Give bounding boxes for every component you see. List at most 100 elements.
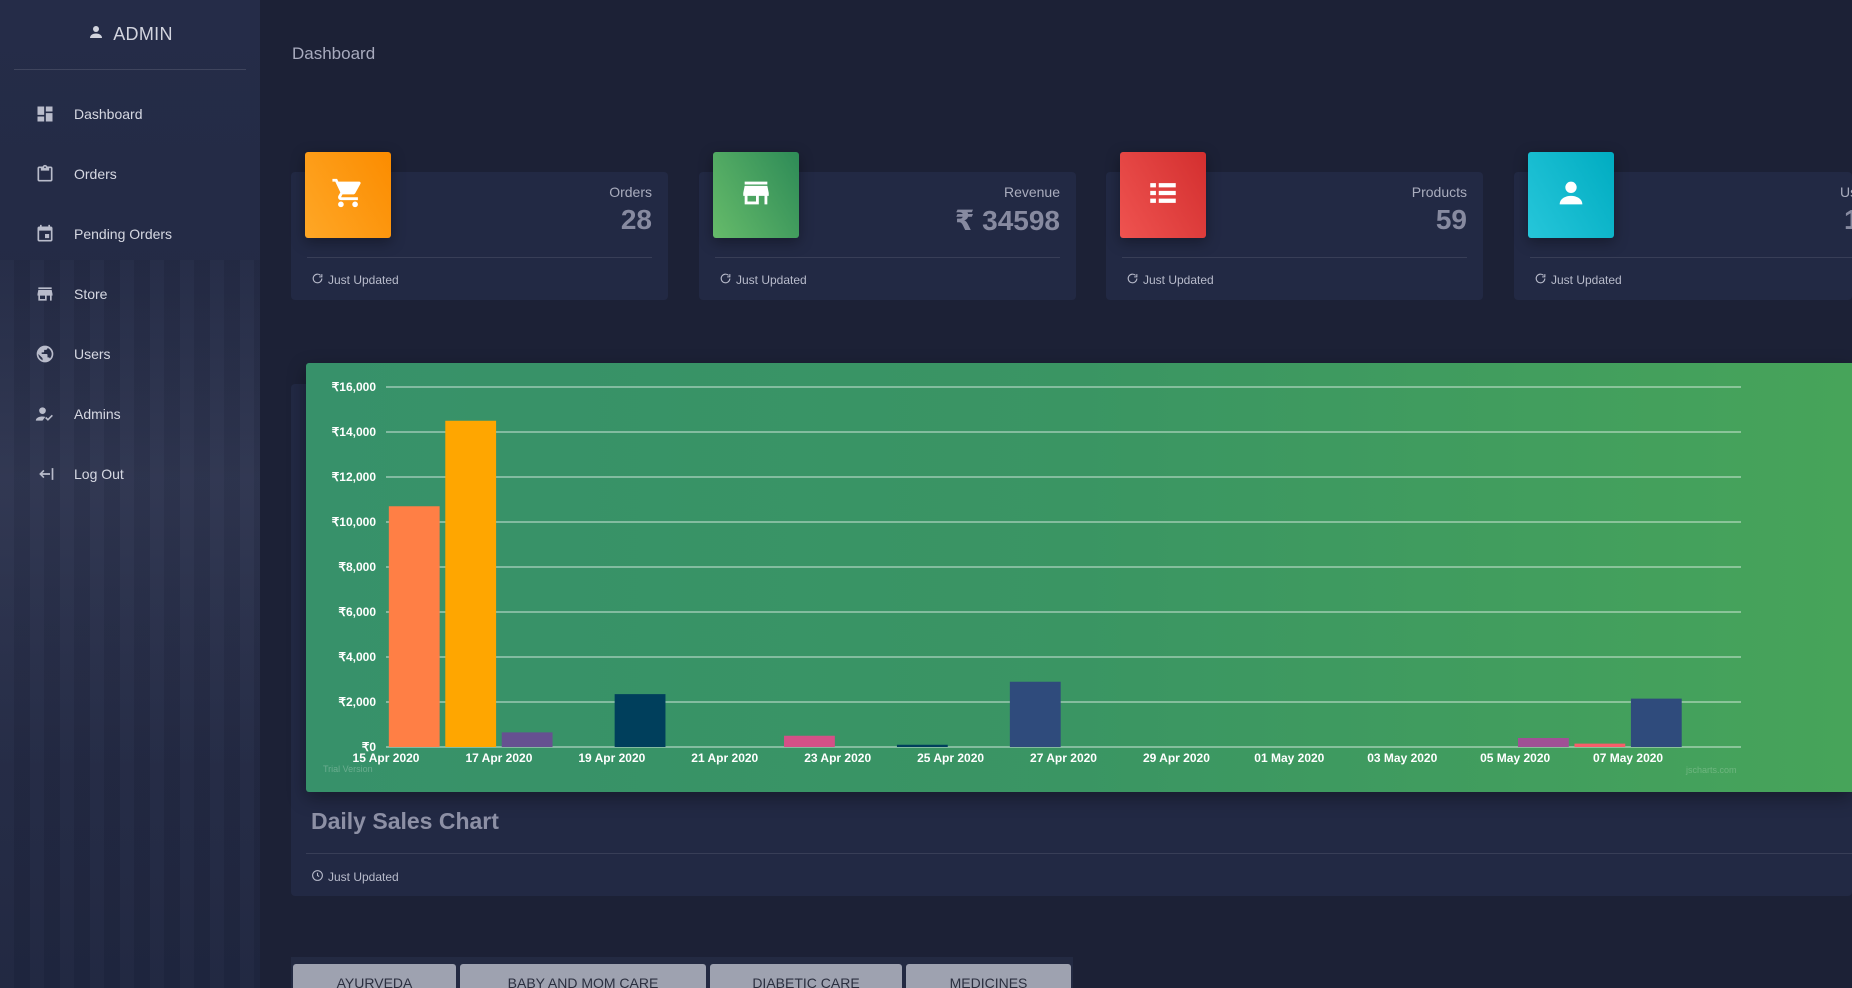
chart-bar <box>1517 738 1569 747</box>
logout-icon <box>34 463 56 485</box>
orders-card: Orders 28 Just Updated <box>291 152 668 300</box>
card-footer: Just Updated <box>719 272 807 288</box>
card-footer: Just Updated <box>311 272 399 288</box>
card-label: Us <box>1840 184 1852 200</box>
dashboard-icon <box>34 103 56 125</box>
chart-bar <box>1574 743 1626 747</box>
y-tick-label: ₹16,000 <box>332 380 377 394</box>
chart-bar <box>1630 698 1682 747</box>
sidebar-item-orders[interactable]: Orders <box>0 144 260 204</box>
person-icon <box>87 23 105 46</box>
chart-svg: ₹0₹2,000₹4,000₹6,000₹8,000₹10,000₹12,000… <box>332 380 1741 765</box>
x-tick-label: 05 May 2020 <box>1480 751 1550 765</box>
card-value: 1 <box>1844 204 1852 235</box>
chart-bar <box>388 506 440 747</box>
store-icon <box>739 176 773 215</box>
revenue-card: Revenue ₹ 34598 Just Updated <box>699 152 1076 300</box>
x-tick-label: 27 Apr 2020 <box>1030 751 1097 765</box>
person-icon <box>1554 176 1588 215</box>
page-title: Dashboard <box>292 44 376 63</box>
tab-baby-and-mom-care[interactable]: BABY AND MOM CARE <box>460 964 706 988</box>
chart-bar <box>445 420 497 747</box>
user-check-icon <box>34 403 56 425</box>
y-tick-label: ₹6,000 <box>338 605 376 619</box>
sidebar-item-label: Users <box>74 346 111 362</box>
card-footer: Just Updated <box>1534 272 1622 288</box>
x-tick-label: 17 Apr 2020 <box>465 751 532 765</box>
chart-watermark-left: Trial Version <box>323 764 373 774</box>
chart-bar <box>501 732 553 747</box>
card-label: Orders <box>609 184 652 200</box>
y-tick-label: ₹14,000 <box>332 425 377 439</box>
chart-watermark-right: jscharts.com <box>1686 765 1737 775</box>
card-footer-text: Just Updated <box>1551 273 1622 287</box>
x-tick-label: 15 Apr 2020 <box>353 751 420 765</box>
chart-footer: Just Updated <box>311 869 399 885</box>
sidebar: ADMIN Dashboard Orders Pending Orders St… <box>0 0 260 988</box>
refresh-icon <box>719 272 732 288</box>
card-label: Products <box>1411 184 1467 200</box>
chart-bar <box>614 694 666 747</box>
products-tile <box>1120 152 1206 238</box>
sidebar-item-label: Admins <box>74 406 121 422</box>
x-tick-label: 19 Apr 2020 <box>578 751 645 765</box>
revenue-tile <box>713 152 799 238</box>
x-tick-label: 23 Apr 2020 <box>804 751 871 765</box>
list-icon <box>1146 176 1180 215</box>
sidebar-item-users[interactable]: Users <box>0 324 260 384</box>
chart-bar <box>784 735 835 747</box>
sidebar-item-label: Orders <box>74 166 117 182</box>
x-tick-label: 03 May 2020 <box>1367 751 1437 765</box>
y-tick-label: ₹10,000 <box>332 515 377 529</box>
x-tick-label: 21 Apr 2020 <box>691 751 758 765</box>
tab-diabetic-care[interactable]: DIABETIC CARE <box>710 964 902 988</box>
card-divider <box>715 257 1060 258</box>
sidebar-nav: Dashboard Orders Pending Orders Store Us… <box>0 84 260 504</box>
orders-tile <box>305 152 391 238</box>
tab-medicines[interactable]: MEDICINES <box>906 964 1071 988</box>
refresh-icon <box>1534 272 1547 288</box>
sidebar-item-label: Dashboard <box>74 106 143 122</box>
x-tick-label: 01 May 2020 <box>1254 751 1324 765</box>
clock-icon <box>311 869 324 885</box>
sidebar-item-admins[interactable]: Admins <box>0 384 260 444</box>
store-icon <box>34 283 56 305</box>
card-divider <box>1530 257 1852 258</box>
sidebar-item-dashboard[interactable]: Dashboard <box>0 84 260 144</box>
cart-icon <box>331 176 365 215</box>
chart-divider <box>306 853 1852 854</box>
card-footer: Just Updated <box>1126 272 1214 288</box>
y-tick-label: ₹4,000 <box>338 650 376 664</box>
card-value: ₹ 34598 <box>954 205 1060 236</box>
card-footer-text: Just Updated <box>1143 273 1214 287</box>
card-footer-text: Just Updated <box>736 273 807 287</box>
refresh-icon <box>1126 272 1139 288</box>
sidebar-item-label: Log Out <box>74 466 124 482</box>
products-card: Products 59 Just Updated <box>1106 152 1483 300</box>
chart-title: Daily Sales Chart <box>311 808 499 834</box>
globe-icon <box>34 343 56 365</box>
sidebar-title: ADMIN <box>113 24 173 44</box>
users-card: Us 1 Just Updated <box>1514 152 1852 300</box>
y-tick-label: ₹12,000 <box>332 470 377 484</box>
sidebar-item-pending-orders[interactable]: Pending Orders <box>0 204 260 264</box>
daily-sales-chart: ₹0 ₹2,000 ₹4,000 ₹6,000 ₹8,000 ₹10,000 ₹12,000… <box>306 363 1852 792</box>
card-value: 28 <box>620 204 652 235</box>
sidebar-header[interactable]: ADMIN <box>14 0 246 70</box>
tab-ayurveda[interactable]: AYURVEDA <box>293 964 456 988</box>
card-value: 59 <box>1435 204 1467 235</box>
sidebar-item-store[interactable]: Store <box>0 264 260 324</box>
calendar-icon <box>34 223 56 245</box>
sidebar-item-label: Pending Orders <box>74 226 173 242</box>
card-divider <box>307 257 652 258</box>
users-tile <box>1528 152 1614 238</box>
card-divider <box>1122 257 1467 258</box>
x-tick-label: 25 Apr 2020 <box>917 751 984 765</box>
card-footer-text: Just Updated <box>328 273 399 287</box>
refresh-icon <box>311 272 324 288</box>
sidebar-item-log-out[interactable]: Log Out <box>0 444 260 504</box>
card-label: Revenue <box>1003 184 1060 200</box>
x-tick-label: 29 Apr 2020 <box>1143 751 1210 765</box>
sidebar-item-label: Store <box>74 286 108 302</box>
chart-footer-text: Just Updated <box>328 870 399 884</box>
